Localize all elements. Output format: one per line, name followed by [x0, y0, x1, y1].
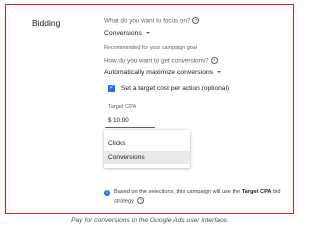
menu-item-label: Conversions	[108, 154, 145, 161]
focus-hint: Recommended for your campaign goal	[104, 45, 197, 51]
focus-dropdown[interactable]: Conversions	[104, 30, 150, 37]
help-icon[interactable]: ?	[210, 57, 218, 64]
target-cpa-checkbox[interactable]: ✓	[108, 85, 115, 92]
target-cpa-underline	[105, 127, 155, 128]
focus-dropdown-value: Conversions	[104, 30, 142, 37]
method-question: How do you want to get conversions??	[104, 57, 218, 65]
menu-item-clicks[interactable]: Clicks	[104, 137, 190, 150]
focus-question-text: What do you want to focus on?	[104, 17, 191, 25]
chevron-down-icon	[145, 32, 150, 34]
target-cpa-input[interactable]: $ 10.00	[108, 117, 129, 124]
help-icon[interactable]: ?	[137, 197, 145, 204]
menu-item-label: Clicks	[108, 140, 126, 147]
bid-strategy-info: Based on the selections, this campaign w…	[114, 188, 284, 207]
method-dropdown[interactable]: Automatically maximize conversions	[104, 69, 222, 76]
image-caption: Pay for conversions in the Google Ads us…	[71, 217, 229, 224]
info-icon: i	[104, 190, 110, 196]
check-icon: ✓	[108, 85, 115, 91]
section-label: Bidding	[32, 18, 61, 28]
info-strategy: Target CPA	[241, 189, 272, 195]
chevron-down-icon	[217, 71, 222, 73]
info-text-before: Based on the selections, this campaign w…	[114, 189, 242, 195]
focus-dropdown-menu: Clicks Conversions	[104, 130, 190, 168]
focus-question: What do you want to focus on??	[104, 17, 200, 25]
target-cpa-label: Target CPA	[108, 104, 137, 110]
menu-item-conversions[interactable]: Conversions	[104, 151, 190, 164]
help-icon[interactable]: ?	[192, 17, 200, 24]
method-dropdown-value: Automatically maximize conversions	[104, 69, 214, 76]
target-cpa-checkbox-label: Set a target cost per action (optional)	[121, 85, 230, 92]
method-question-text: How do you want to get conversions?	[104, 57, 209, 65]
